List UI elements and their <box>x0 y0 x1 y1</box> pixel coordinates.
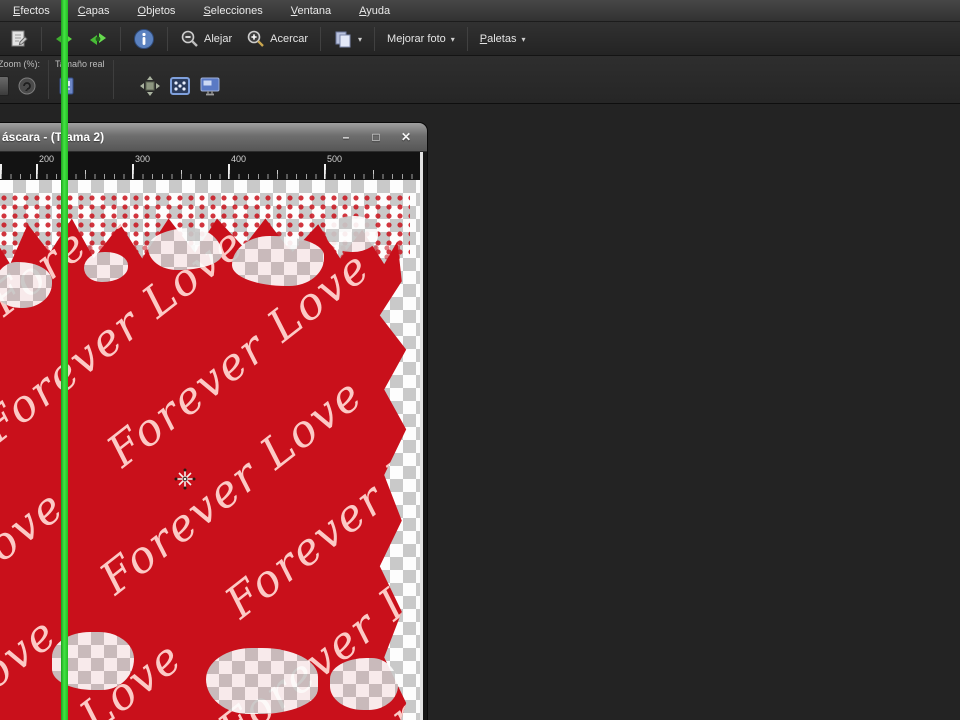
options-separator <box>48 60 49 99</box>
window-inner-edge <box>420 152 423 720</box>
edit-script-button[interactable] <box>4 26 34 52</box>
ruler-mark: 200 <box>39 154 54 164</box>
standard-toolbar: Alejar Acercar ▾ Mejora <box>0 22 960 56</box>
enhance-photo-dropdown[interactable]: Mejorar foto ▾ <box>382 26 460 52</box>
copy-icon <box>333 29 353 49</box>
ruler-mark: 500 <box>327 154 342 164</box>
transparency-hole <box>148 228 222 270</box>
info-icon <box>133 28 155 50</box>
transparency-hole <box>326 216 378 252</box>
menu-capas[interactable]: Capas <box>69 2 119 20</box>
document-title: áscara - (Trama 2) <box>0 130 337 144</box>
transparency-hole <box>330 658 398 710</box>
magnifier-minus-icon <box>180 29 199 48</box>
zoom-out-label: Alejar <box>204 33 232 45</box>
view-buttons-group <box>118 56 226 103</box>
toolbar-separator <box>320 27 321 51</box>
copy-special-button[interactable]: ▾ <box>328 26 367 52</box>
menu-ventana[interactable]: Ventana <box>282 2 340 20</box>
fit-to-window-button[interactable] <box>138 74 162 98</box>
zoom-in-button[interactable]: Acercar <box>241 26 313 52</box>
menu-objetos[interactable]: Objetos <box>129 2 185 20</box>
transparency-hole <box>232 236 324 286</box>
view-group-label-spacer <box>120 58 222 71</box>
dropdown-arrow-icon: ▾ <box>521 34 525 44</box>
tool-options-palette: Zoom (%): Tamaño real <box>0 56 960 104</box>
page-pencil-icon <box>9 29 29 49</box>
close-button[interactable]: ✕ <box>397 130 415 144</box>
zoom-spinner-cut-icon[interactable] <box>0 76 9 96</box>
green-guide-line <box>61 0 68 720</box>
app-window: Efectos Capas Objetos Selecciones Ventan… <box>0 0 960 720</box>
zoom-in-label: Acercar <box>270 33 308 45</box>
monitor-icon <box>199 75 221 97</box>
palettes-dropdown[interactable]: Paletas ▾ <box>475 26 531 52</box>
circle-arrow-icon <box>17 76 37 96</box>
dropdown-arrow-icon: ▾ <box>358 34 362 44</box>
toolbar-separator <box>120 27 121 51</box>
toolbar-separator <box>374 27 375 51</box>
green-ribbon-2-icon <box>88 30 108 48</box>
maximize-button[interactable]: □ <box>367 130 385 144</box>
pan-arrows-icon <box>139 75 161 97</box>
frame-dots-icon <box>169 75 191 97</box>
options-separator <box>113 60 114 99</box>
ruler-mark: 300 <box>135 154 150 164</box>
zoom-reset-button[interactable] <box>15 74 39 98</box>
menu-bar: Efectos Capas Objetos Selecciones Ventan… <box>0 0 960 22</box>
toolbar-separator <box>41 27 42 51</box>
dropdown-arrow-icon: ▾ <box>451 34 455 44</box>
menu-ayuda[interactable]: Ayuda <box>350 2 399 20</box>
zoom-out-button[interactable]: Alejar <box>175 26 237 52</box>
full-screen-preview-button[interactable] <box>198 74 222 98</box>
toolbar-separator <box>167 27 168 51</box>
minimize-button[interactable]: – <box>337 130 355 144</box>
tool-cursor-icon <box>172 466 198 492</box>
zoom-percent-label: Zoom (%): <box>0 58 40 71</box>
info-button[interactable] <box>128 26 160 52</box>
transparency-hole <box>206 648 318 714</box>
toolbar-separator <box>467 27 468 51</box>
menu-selecciones[interactable]: Selecciones <box>194 2 271 20</box>
script-toggle-2-button[interactable] <box>83 26 113 52</box>
enhance-photo-label: Mejorar foto <box>387 33 446 45</box>
window-controls: – □ ✕ <box>337 130 427 144</box>
ruler-mark: 400 <box>231 154 246 164</box>
magnifier-plus-icon <box>246 29 265 48</box>
zoom-percent-group: Zoom (%): <box>0 56 44 103</box>
menu-efectos[interactable]: Efectos <box>4 2 59 20</box>
palettes-label: Paletas <box>480 33 517 45</box>
fit-to-image-button[interactable] <box>168 74 192 98</box>
